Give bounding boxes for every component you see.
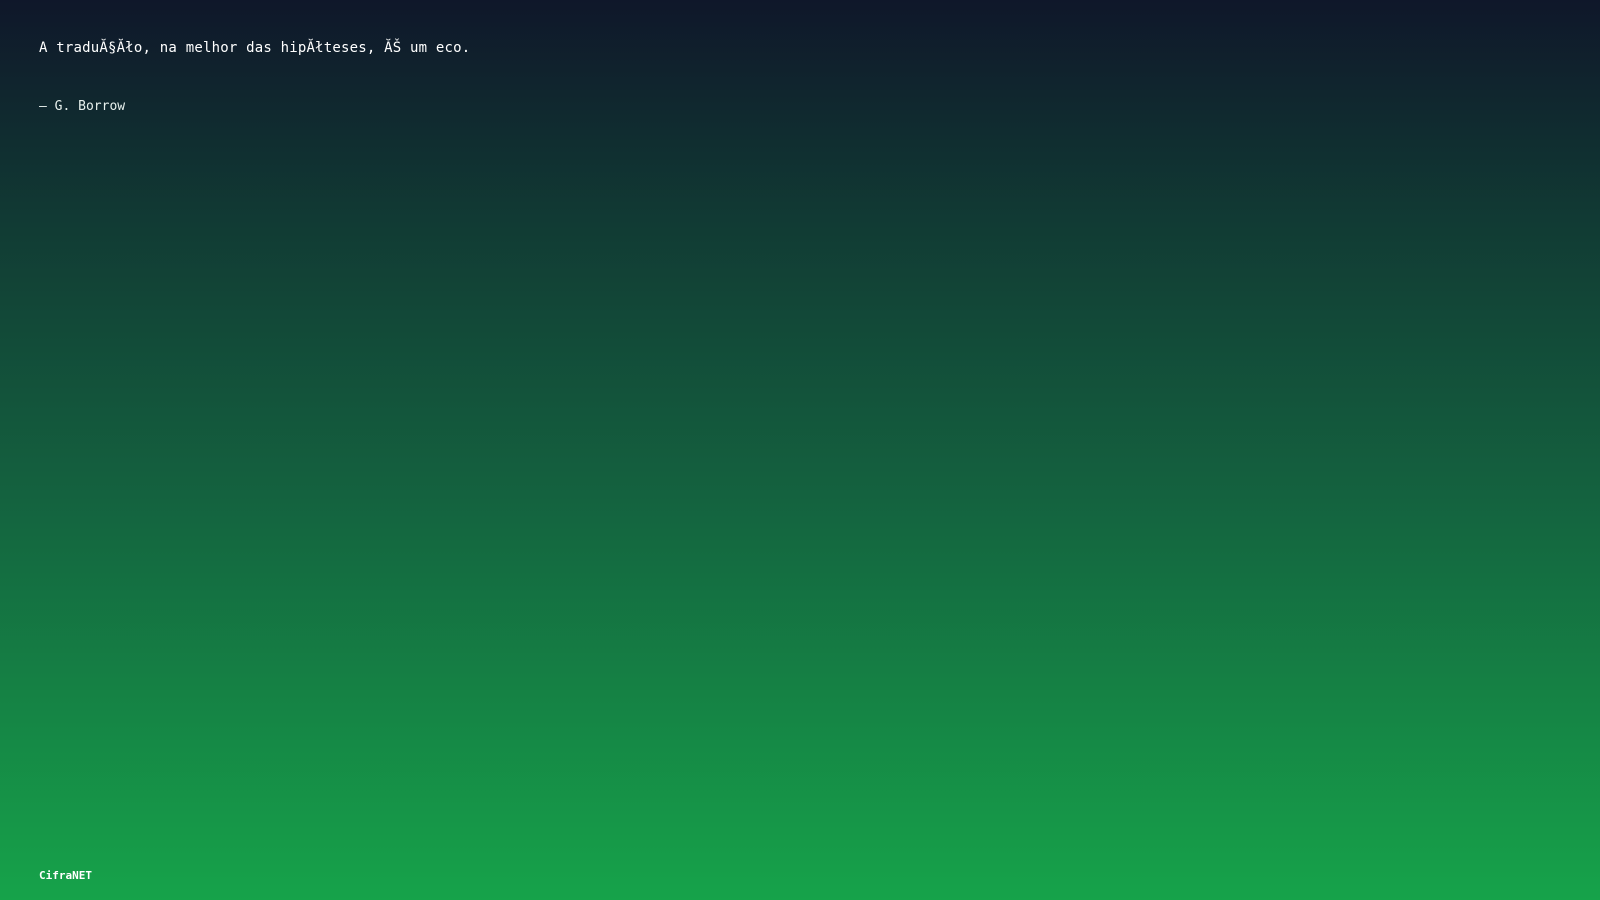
quote-text: A traduĂ§Ăło, na melhor das hipĂłteses, … — [39, 40, 471, 56]
slide-screen: { "quote": { "text": "A traduĂ§Ăło, na m… — [0, 0, 1600, 900]
quote-block: A traduĂ§Ăło, na melhor das hipĂłteses, … — [39, 38, 1439, 116]
brand-label: CifraNET — [39, 869, 92, 882]
quote-author: – G. Borrow — [39, 99, 126, 114]
